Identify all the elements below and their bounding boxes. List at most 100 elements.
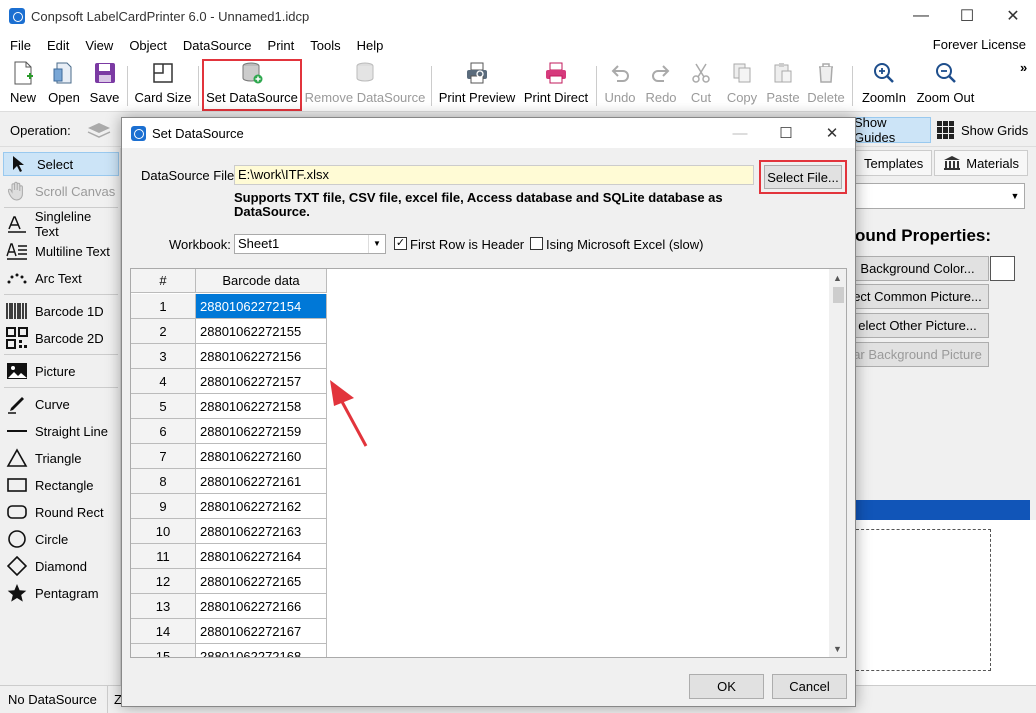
zoom-in-button[interactable]: ZoomIn	[859, 60, 909, 110]
hand-icon	[6, 181, 28, 201]
dialog-title-bar: Set DataSource — ☐ ✕	[122, 118, 855, 148]
floppy-disk-icon	[93, 61, 117, 85]
undo-icon	[608, 61, 632, 85]
new-button[interactable]: New	[6, 60, 40, 110]
datasource-preview-grid[interactable]: # Barcode data 1 28801062272154 2 28801062…	[130, 268, 847, 658]
database-add-icon	[240, 61, 264, 85]
line-icon	[6, 421, 28, 441]
column-header-barcode-data[interactable]: Barcode data	[196, 269, 327, 293]
tool-triangle[interactable]: Triangle	[6, 446, 118, 470]
cancel-button[interactable]: Cancel	[772, 674, 847, 699]
toolbar-separator	[431, 66, 432, 106]
tool-barcode-1d[interactable]: Barcode 1D	[6, 299, 118, 323]
menu-edit[interactable]: Edit	[41, 38, 75, 53]
maximize-button[interactable]: ☐	[944, 0, 990, 32]
undo-button[interactable]: Undo	[602, 60, 638, 110]
tool-picture[interactable]: Picture	[6, 359, 118, 383]
layers-icon[interactable]	[86, 121, 112, 139]
datasource-file-field[interactable]: E:\work\ITF.xlsx	[234, 165, 754, 185]
annotation-arrow-icon	[322, 378, 382, 458]
menu-view[interactable]: View	[79, 38, 119, 53]
menu-tools[interactable]: Tools	[304, 38, 346, 53]
background-color-button[interactable]: Background Color...	[846, 256, 989, 281]
column-header-number[interactable]: #	[131, 269, 196, 293]
select-file-highlight: Select File...	[759, 160, 847, 194]
toolbar-overflow-button[interactable]: »	[1020, 60, 1027, 75]
save-button[interactable]: Save	[88, 60, 121, 110]
clear-background-picture-button[interactable]: ar Background Picture	[846, 342, 989, 367]
tool-straight-line[interactable]: Straight Line	[6, 419, 118, 443]
show-grids-toggle[interactable]: Show Grids	[937, 117, 1028, 143]
paste-button[interactable]: Paste	[765, 60, 801, 110]
barcode-icon	[6, 301, 28, 321]
open-file-icon	[52, 61, 76, 85]
minimize-button[interactable]: —	[898, 0, 944, 32]
select-common-picture-button[interactable]: ect Common Picture...	[846, 284, 989, 309]
tool-select[interactable]: Select	[3, 152, 119, 176]
menu-help[interactable]: Help	[351, 38, 390, 53]
dialog-close-button[interactable]: ✕	[809, 118, 855, 148]
tool-separator	[4, 294, 118, 295]
first-row-header-checkbox[interactable]: ✓	[394, 237, 407, 250]
scroll-down-icon[interactable]: ▼	[829, 640, 846, 657]
tool-curve[interactable]: Curve	[6, 392, 118, 416]
zoom-out-button[interactable]: Zoom Out	[914, 60, 977, 110]
tool-separator	[4, 207, 118, 208]
show-guides-toggle[interactable]: Show Guides	[848, 115, 931, 145]
tool-multiline-text[interactable]: Multiline Text	[6, 239, 118, 263]
trash-icon	[814, 61, 838, 85]
remove-datasource-button[interactable]: Remove DataSource	[305, 60, 425, 110]
tool-pentagram[interactable]: Pentagram	[6, 581, 118, 605]
print-direct-button[interactable]: Print Direct	[522, 60, 590, 110]
print-preview-button[interactable]: Print Preview	[438, 60, 516, 110]
scroll-up-icon[interactable]: ▲	[829, 269, 846, 286]
scrollbar-thumb[interactable]	[833, 287, 844, 303]
printer-icon	[544, 61, 568, 85]
select-file-button[interactable]: Select File...	[764, 165, 842, 189]
tab-materials[interactable]: Materials	[934, 150, 1028, 176]
menu-file[interactable]: File	[4, 38, 37, 53]
tool-singleline-text[interactable]: Singleline Text	[6, 209, 118, 239]
tool-scroll-canvas[interactable]: Scroll Canvas	[6, 179, 118, 203]
background-color-swatch[interactable]	[990, 256, 1015, 281]
menu-object[interactable]: Object	[123, 38, 173, 53]
dialog-maximize-button[interactable]: ☐	[763, 118, 809, 148]
tool-panel: Select Scroll Canvas Singleline Text Mul…	[0, 148, 121, 685]
tool-circle[interactable]: Circle	[6, 527, 118, 551]
ok-button[interactable]: OK	[689, 674, 764, 699]
tool-rectangle[interactable]: Rectangle	[6, 473, 118, 497]
workbook-select[interactable]: Sheet1 ▼	[234, 234, 386, 254]
diamond-icon	[6, 556, 28, 576]
copy-button[interactable]: Copy	[723, 60, 761, 110]
tool-separator	[4, 387, 118, 388]
tool-barcode-2d[interactable]: Barcode 2D	[6, 326, 118, 350]
close-button[interactable]: ✕	[990, 0, 1036, 32]
table-cell-selected[interactable]: 28801062272154	[196, 294, 327, 319]
tool-diamond[interactable]: Diamond	[6, 554, 118, 578]
menu-print[interactable]: Print	[262, 38, 301, 53]
multiline-text-icon	[6, 241, 28, 261]
set-datasource-button[interactable]: Set DataSource	[202, 59, 302, 111]
card-outline	[856, 529, 991, 671]
tool-arc-text[interactable]: Arc Text	[6, 266, 118, 290]
grid-vertical-scrollbar[interactable]: ▲ ▼	[829, 269, 846, 657]
cut-button[interactable]: Cut	[686, 60, 716, 110]
properties-object-combo[interactable]: ▼	[855, 183, 1025, 209]
set-datasource-dialog: Set DataSource — ☐ ✕ DataSource File: E:…	[121, 117, 856, 707]
redo-button[interactable]: Redo	[643, 60, 679, 110]
window-title: Conpsoft LabelCardPrinter 6.0 - Unnamed1…	[31, 8, 310, 24]
paste-icon	[771, 61, 795, 85]
card-size-button[interactable]: Card Size	[134, 60, 192, 110]
using-excel-checkbox[interactable]	[530, 237, 543, 250]
print-preview-icon	[465, 61, 489, 85]
toolbar-separator	[852, 66, 853, 106]
menu-datasource[interactable]: DataSource	[177, 38, 258, 53]
zoom-out-icon	[934, 61, 958, 85]
design-canvas[interactable]	[856, 520, 1036, 685]
select-other-picture-button[interactable]: elect Other Picture...	[846, 313, 989, 338]
tool-round-rect[interactable]: Round Rect	[6, 500, 118, 524]
open-button[interactable]: Open	[45, 60, 83, 110]
chevron-down-icon: ▼	[1010, 191, 1020, 201]
tab-templates[interactable]: Templates	[855, 150, 933, 176]
delete-button[interactable]: Delete	[806, 60, 846, 110]
